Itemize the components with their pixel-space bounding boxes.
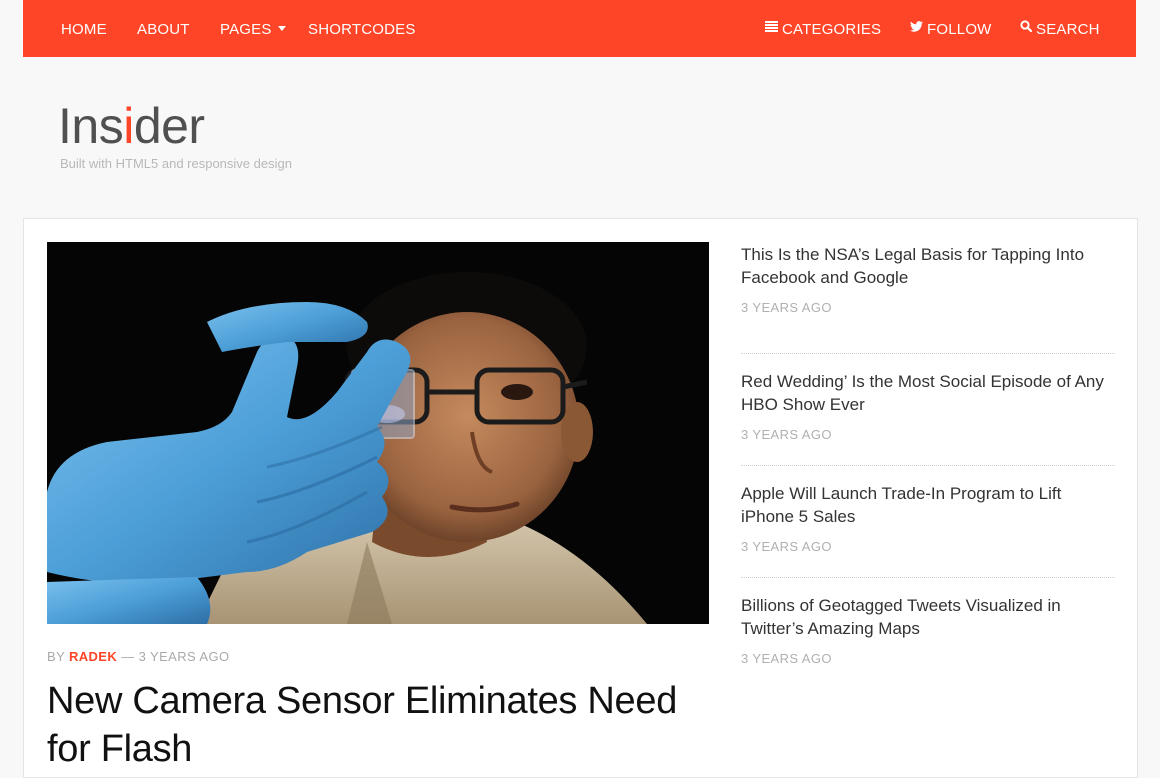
recent-post-time: 3 YEARS AGO (741, 427, 832, 442)
list-item: Red Wedding’ Is the Most Social Episode … (741, 354, 1115, 466)
nav-follow-button[interactable]: FOLLOW (910, 0, 992, 57)
nav-search-button[interactable]: SEARCH (1020, 0, 1100, 57)
logo-text-accent: i (123, 98, 134, 154)
article-byline: BY RADEK — 3 YEARS AGO (47, 649, 229, 664)
site-logo[interactable]: Insider (58, 98, 292, 154)
top-navigation-bar: HOME ABOUT PAGES SHORTCODES CATEGORIES F… (23, 0, 1136, 57)
site-tagline: Built with HTML5 and responsive design (60, 156, 292, 171)
recent-post-time: 3 YEARS AGO (741, 539, 832, 554)
nav-about-link[interactable]: ABOUT (137, 0, 190, 57)
byline-prefix: BY (47, 649, 65, 664)
nav-categories-label: CATEGORIES (782, 21, 882, 38)
recent-post-title[interactable]: Apple Will Launch Trade-In Program to Li… (741, 482, 1115, 528)
twitter-icon (910, 0, 923, 58)
list-item: This Is the NSA’s Legal Basis for Tappin… (741, 242, 1115, 354)
recent-post-time: 3 YEARS AGO (741, 651, 832, 666)
caret-down-icon (277, 26, 286, 31)
recent-post-title[interactable]: Billions of Geotagged Tweets Visualized … (741, 594, 1115, 640)
nav-pages-menu[interactable]: PAGES (220, 0, 286, 57)
featured-article-image[interactable] (47, 242, 709, 624)
list-item: Apple Will Launch Trade-In Program to Li… (741, 466, 1115, 578)
article-time: 3 YEARS AGO (138, 649, 230, 664)
recent-post-time: 3 YEARS AGO (741, 300, 832, 315)
featured-article-title[interactable]: New Camera Sensor Eliminates Need for Fl… (47, 677, 707, 773)
site-branding: Insider Built with HTML5 and responsive … (58, 98, 292, 171)
logo-text-end: der (133, 98, 205, 154)
author-link[interactable]: RADEK (69, 649, 117, 664)
scientist-holding-sensor-illustration (47, 242, 709, 624)
nav-shortcodes-link[interactable]: SHORTCODES (308, 0, 416, 57)
nav-pages-label: PAGES (220, 21, 272, 38)
list-icon (765, 0, 778, 58)
main-content-box: BY RADEK — 3 YEARS AGO New Camera Sensor… (23, 218, 1138, 778)
recent-posts-list: This Is the NSA’s Legal Basis for Tappin… (741, 242, 1115, 690)
nav-categories-button[interactable]: CATEGORIES (765, 0, 881, 57)
recent-post-title[interactable]: This Is the NSA’s Legal Basis for Tappin… (741, 243, 1115, 289)
search-icon (1020, 0, 1033, 58)
byline-separator: — (121, 649, 135, 664)
recent-post-title[interactable]: Red Wedding’ Is the Most Social Episode … (741, 370, 1115, 416)
nav-follow-label: FOLLOW (927, 21, 992, 38)
nav-home-link[interactable]: HOME (61, 0, 107, 57)
logo-text-start: Ins (58, 98, 124, 154)
list-item: Billions of Geotagged Tweets Visualized … (741, 578, 1115, 690)
nav-search-label: SEARCH (1036, 21, 1100, 38)
